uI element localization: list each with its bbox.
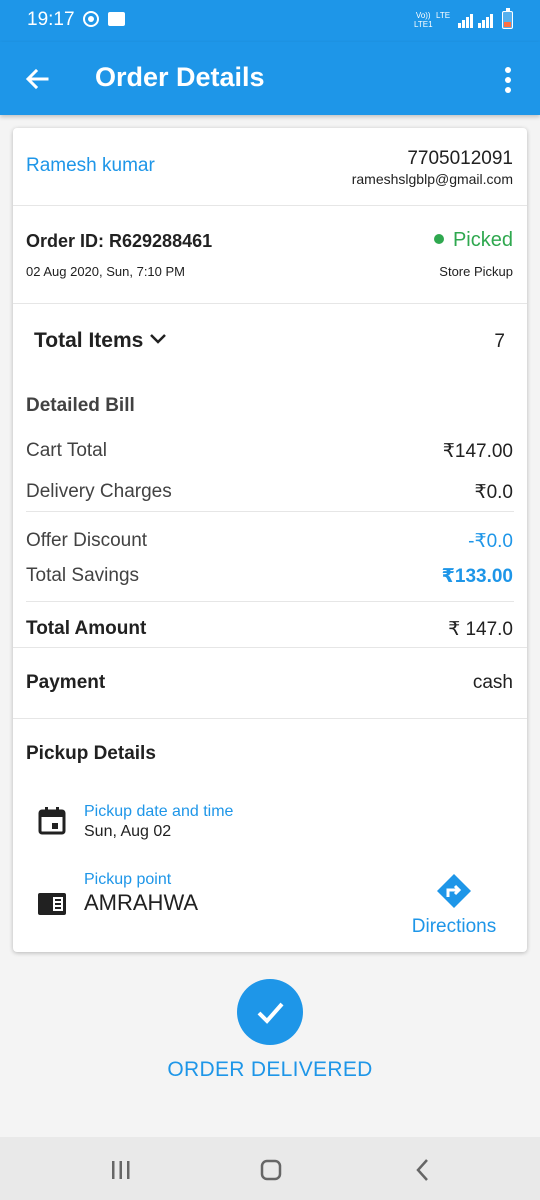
- volte-indicator: Vo)) LTE1: [414, 11, 433, 29]
- back-icon[interactable]: [408, 1155, 438, 1185]
- more-options-button[interactable]: [496, 64, 520, 96]
- status-badge: Picked: [433, 229, 513, 252]
- cart-total-value: ₹147.00: [442, 441, 513, 462]
- total-items-toggle[interactable]: Total Items: [34, 329, 167, 353]
- order-id: Order ID: R629288461: [26, 231, 213, 251]
- total-amount-value: ₹ 147.0: [448, 619, 513, 640]
- store-card-icon: [38, 893, 66, 915]
- status-time: 19:17: [27, 9, 75, 30]
- calendar-icon: [38, 807, 66, 835]
- check-icon: [257, 1002, 284, 1024]
- chevron-down-icon: [150, 334, 167, 345]
- directions-label: Directions: [411, 916, 497, 937]
- app-bar: Order Details: [0, 42, 540, 115]
- cart-total-label: Cart Total: [26, 440, 107, 461]
- pickup-point-label: Pickup point: [84, 871, 172, 888]
- signal-icon: [458, 12, 474, 28]
- back-button[interactable]: [22, 64, 52, 94]
- message-icon: [108, 12, 125, 26]
- directions-button[interactable]: Directions: [406, 868, 502, 940]
- divider: [26, 601, 514, 602]
- offer-discount-value: -₹0.0: [468, 531, 513, 552]
- more-vert-icon: [505, 67, 511, 93]
- order-card: Ramesh kumar 7705012091 rameshslgblp@gma…: [13, 128, 527, 952]
- status-dot-icon: [433, 233, 444, 244]
- arrow-back-icon: [25, 68, 49, 90]
- pickup-details-title: Pickup Details: [26, 743, 156, 764]
- total-items-count: 7: [494, 331, 505, 352]
- page-title: Order Details: [95, 62, 265, 92]
- order-delivered-label[interactable]: ORDER DELIVERED: [0, 1058, 540, 1082]
- divider: [13, 718, 527, 719]
- delivery-charges-label: Delivery Charges: [26, 481, 172, 502]
- pickup-datetime-label: Pickup date and time: [84, 803, 234, 820]
- status-text: Picked: [452, 229, 513, 251]
- divider: [26, 511, 514, 512]
- delivery-charges-value: ₹0.0: [474, 482, 513, 503]
- system-nav-bar: [0, 1137, 540, 1200]
- total-savings-value: ₹133.00: [441, 566, 513, 587]
- divider: [13, 205, 527, 206]
- detailed-bill-title: Detailed Bill: [26, 395, 135, 416]
- total-items-label: Total Items: [34, 329, 144, 352]
- divider: [13, 303, 527, 304]
- sync-icon: [83, 11, 99, 27]
- pickup-point-value: AMRAHWA: [84, 890, 199, 915]
- customer-name[interactable]: Ramesh kumar: [26, 155, 155, 177]
- payment-label: Payment: [26, 672, 106, 693]
- status-bar: 19:17 Vo)) LTE1 LTE: [0, 0, 540, 42]
- customer-phone[interactable]: 7705012091: [407, 148, 513, 170]
- lte-indicator: LTE: [436, 11, 451, 20]
- signal-icon-2: [478, 12, 494, 28]
- home-icon[interactable]: [256, 1155, 286, 1185]
- order-date: 02 Aug 2020, Sun, 7:10 PM: [26, 264, 186, 279]
- divider: [13, 647, 527, 648]
- directions-icon: [437, 874, 471, 908]
- order-type: Store Pickup: [439, 264, 513, 279]
- payment-value: cash: [472, 672, 513, 693]
- offer-discount-label: Offer Discount: [26, 530, 148, 551]
- battery-icon: [502, 8, 513, 29]
- total-amount-label: Total Amount: [26, 618, 147, 639]
- customer-email: rameshslgblp@gmail.com: [351, 171, 513, 187]
- recent-apps-icon[interactable]: [106, 1155, 136, 1185]
- pickup-datetime-value: Sun, Aug 02: [84, 823, 172, 840]
- order-delivered-button[interactable]: [237, 979, 303, 1045]
- total-savings-label: Total Savings: [26, 565, 140, 586]
